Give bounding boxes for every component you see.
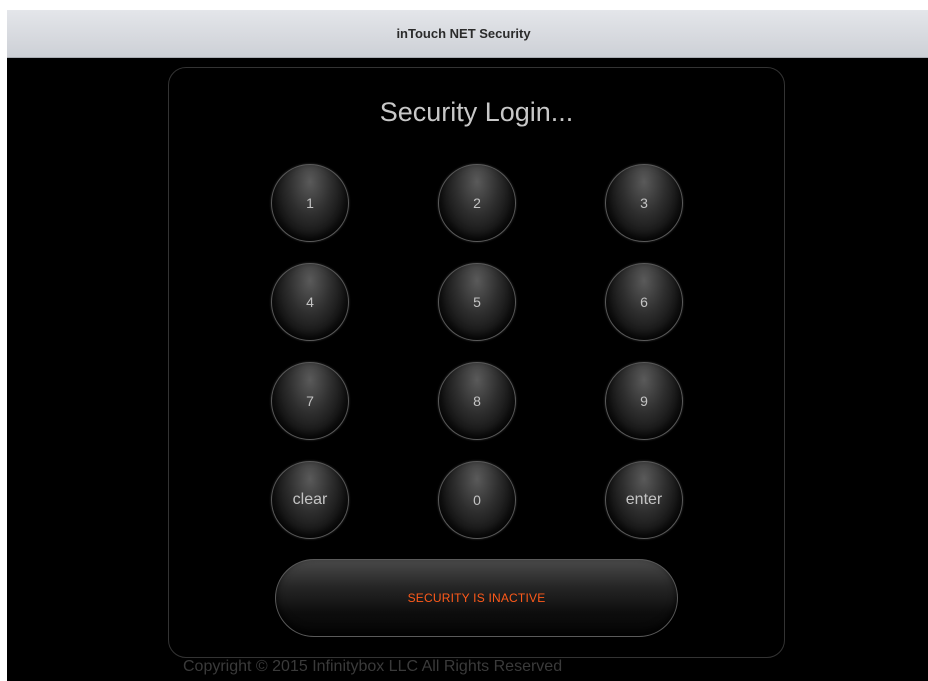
key-label: 3 <box>640 195 648 211</box>
key-label: clear <box>292 491 328 508</box>
login-title: Security Login... <box>379 97 574 127</box>
security-status-text: SECURITY IS INACTIVE <box>407 591 546 605</box>
copyright-notice: Copyright © 2015 Infinitybox LLC All Rig… <box>183 658 563 675</box>
clear-button[interactable]: clear <box>271 461 349 539</box>
title-bar: inTouch NET Security <box>7 10 928 58</box>
key-label: 5 <box>473 294 481 310</box>
key-label: 8 <box>473 393 481 409</box>
key-label: enter <box>625 491 663 508</box>
key-2-button[interactable]: 2 <box>438 164 516 242</box>
key-label: 7 <box>306 393 314 409</box>
key-4-button[interactable]: 4 <box>271 263 349 341</box>
key-label: 1 <box>306 195 314 211</box>
key-label: 0 <box>473 492 481 508</box>
security-status-display: SECURITY IS INACTIVE <box>275 559 678 637</box>
key-label: 4 <box>306 294 314 310</box>
key-label: 9 <box>640 393 648 409</box>
key-9-button[interactable]: 9 <box>605 362 683 440</box>
key-label: 6 <box>640 294 648 310</box>
key-0-button[interactable]: 0 <box>438 461 516 539</box>
key-3-button[interactable]: 3 <box>605 164 683 242</box>
key-8-button[interactable]: 8 <box>438 362 516 440</box>
enter-button[interactable]: enter <box>605 461 683 539</box>
key-label: 2 <box>473 195 481 211</box>
key-1-button[interactable]: 1 <box>271 164 349 242</box>
security-login-panel: Security Login... 1 2 3 4 5 6 7 8 9 clea… <box>168 67 785 658</box>
key-5-button[interactable]: 5 <box>438 263 516 341</box>
app-window: inTouch NET Security Security Login... 1… <box>7 10 928 681</box>
key-7-button[interactable]: 7 <box>271 362 349 440</box>
key-6-button[interactable]: 6 <box>605 263 683 341</box>
window-title: inTouch NET Security <box>396 26 531 41</box>
